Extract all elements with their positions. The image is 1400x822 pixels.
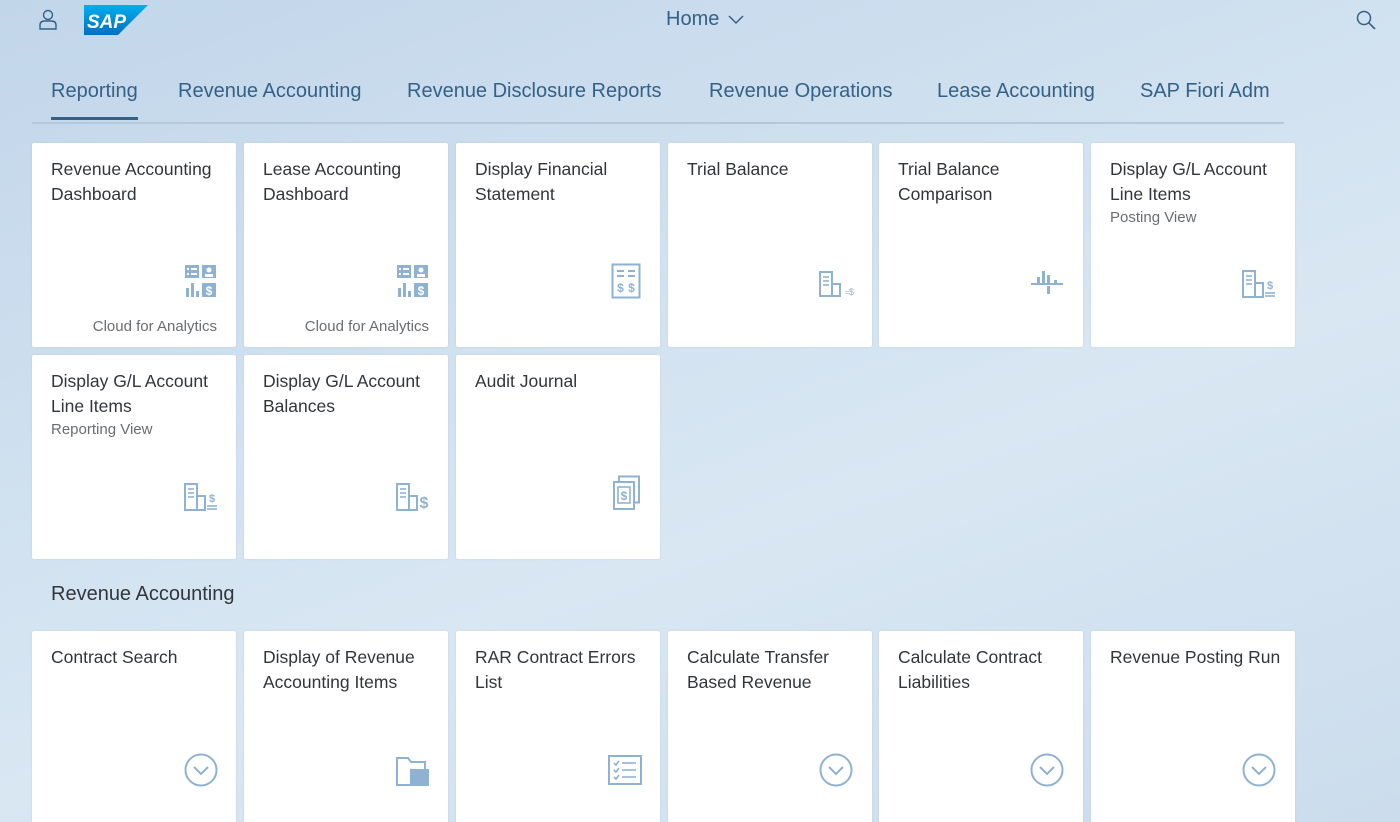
section-title-revenue-accounting: Revenue Accounting bbox=[51, 583, 235, 605]
tile-display-gl-line-items-reporting[interactable]: Display G/L Account Line Items Reporting… bbox=[32, 355, 236, 559]
checklist-icon bbox=[607, 754, 643, 791]
tile-contract-search[interactable]: Contract Search bbox=[32, 631, 236, 822]
tile-audit-journal[interactable]: Audit Journal $ bbox=[456, 355, 660, 559]
folder-icon bbox=[395, 754, 431, 793]
tile-calculate-contract-liabilities[interactable]: Calculate Contract Liabilities bbox=[879, 631, 1083, 822]
svg-text:$: $ bbox=[849, 287, 854, 297]
tile-display-revenue-accounting-items[interactable]: Display of Revenue Accounting Items bbox=[244, 631, 448, 822]
svg-text:$: $ bbox=[420, 495, 429, 512]
tab-reporting[interactable]: Reporting bbox=[51, 80, 138, 120]
tile-title: Audit Journal bbox=[475, 371, 578, 391]
tile-title: Revenue Posting Run bbox=[1110, 647, 1281, 667]
tile-title: Trial Balance bbox=[687, 159, 789, 179]
chevron-circle-icon bbox=[818, 752, 854, 793]
home-menu-button[interactable]: Home bbox=[666, 6, 745, 32]
tab-sap-fiori-admin[interactable]: SAP Fiori Adm bbox=[1140, 80, 1270, 120]
tile-display-gl-line-items-posting[interactable]: Display G/L Account Line Items Posting V… bbox=[1091, 143, 1295, 347]
tile-title: RAR Contract Errors List bbox=[475, 647, 636, 692]
svg-text:$: $ bbox=[209, 493, 215, 505]
user-icon[interactable] bbox=[36, 8, 60, 32]
tile-title: Display G/L Account Line Items bbox=[1110, 159, 1267, 204]
gl-balances-icon: $ bbox=[395, 482, 431, 517]
tile-title: Calculate Contract Liabilities bbox=[898, 647, 1042, 692]
tile-footer: Cloud for Analytics bbox=[304, 318, 429, 335]
svg-text:$: $ bbox=[206, 284, 213, 298]
tile-title: Trial Balance Comparison bbox=[898, 159, 1000, 204]
gl-line-items-icon: $ bbox=[183, 482, 219, 517]
tile-title: Revenue Accounting Dashboard bbox=[51, 159, 212, 204]
svg-text:$: $ bbox=[621, 489, 628, 503]
tile-subtitle: Reporting View bbox=[51, 421, 153, 438]
home-label: Home bbox=[666, 7, 720, 30]
tile-revenue-posting-run[interactable]: Revenue Posting Run bbox=[1091, 631, 1295, 822]
chevron-circle-icon bbox=[183, 752, 219, 793]
dashboard-icon: $ bbox=[396, 264, 430, 303]
svg-text:$: $ bbox=[628, 281, 635, 295]
svg-text:$: $ bbox=[617, 281, 624, 295]
svg-text:$: $ bbox=[1267, 280, 1273, 292]
audit-journal-icon: $ bbox=[612, 475, 642, 516]
tab-lease-accounting[interactable]: Lease Accounting bbox=[937, 80, 1095, 120]
tile-subtitle: Posting View bbox=[1110, 209, 1197, 226]
tile-rar-contract-errors-list[interactable]: RAR Contract Errors List bbox=[456, 631, 660, 822]
tile-display-financial-statement[interactable]: Display Financial Statement $ $ bbox=[456, 143, 660, 347]
gl-line-items-icon: $ bbox=[1241, 269, 1277, 304]
svg-text:$: $ bbox=[418, 284, 425, 298]
chevron-down-icon bbox=[728, 15, 744, 25]
tile-title: Display G/L Account Balances bbox=[263, 371, 420, 416]
chevron-circle-icon bbox=[1029, 752, 1065, 793]
tile-title: Calculate Transfer Based Revenue bbox=[687, 647, 830, 692]
tab-revenue-operations[interactable]: Revenue Operations bbox=[709, 80, 892, 120]
tile-revenue-accounting-dashboard[interactable]: Revenue Accounting Dashboard $ Cloud for… bbox=[32, 143, 236, 347]
tile-trial-balance-comparison[interactable]: Trial Balance Comparison bbox=[879, 143, 1083, 347]
tile-display-gl-account-balances[interactable]: Display G/L Account Balances $ bbox=[244, 355, 448, 559]
tile-title: Display G/L Account Line Items bbox=[51, 371, 208, 416]
dashboard-icon: $ bbox=[184, 264, 218, 303]
shell-bar: SAP Home bbox=[0, 0, 1400, 40]
tile-title: Display of Revenue Accounting Items bbox=[263, 647, 415, 692]
tile-trial-balance[interactable]: Trial Balance = $ bbox=[668, 143, 872, 347]
svg-text:SAP: SAP bbox=[87, 12, 126, 33]
comparison-chart-icon bbox=[1029, 265, 1065, 302]
tile-footer: Cloud for Analytics bbox=[92, 318, 217, 335]
chevron-circle-icon bbox=[1241, 752, 1277, 793]
financial-statement-icon: $ $ bbox=[611, 263, 641, 304]
tile-lease-accounting-dashboard[interactable]: Lease Accounting Dashboard $ Cloud for A… bbox=[244, 143, 448, 347]
search-icon[interactable] bbox=[1354, 8, 1378, 32]
tile-title: Display Financial Statement bbox=[475, 159, 608, 204]
tab-revenue-disclosure-reports[interactable]: Revenue Disclosure Reports bbox=[407, 80, 662, 120]
tab-revenue-accounting[interactable]: Revenue Accounting bbox=[178, 80, 361, 120]
trial-balance-icon: = $ bbox=[818, 270, 856, 303]
sap-logo[interactable]: SAP bbox=[84, 5, 148, 35]
tile-title: Lease Accounting Dashboard bbox=[263, 159, 402, 204]
tile-calculate-transfer-based-revenue[interactable]: Calculate Transfer Based Revenue bbox=[668, 631, 872, 822]
group-tab-bar: Reporting Revenue Accounting Revenue Dis… bbox=[32, 70, 1284, 124]
tile-title: Contract Search bbox=[51, 647, 178, 667]
